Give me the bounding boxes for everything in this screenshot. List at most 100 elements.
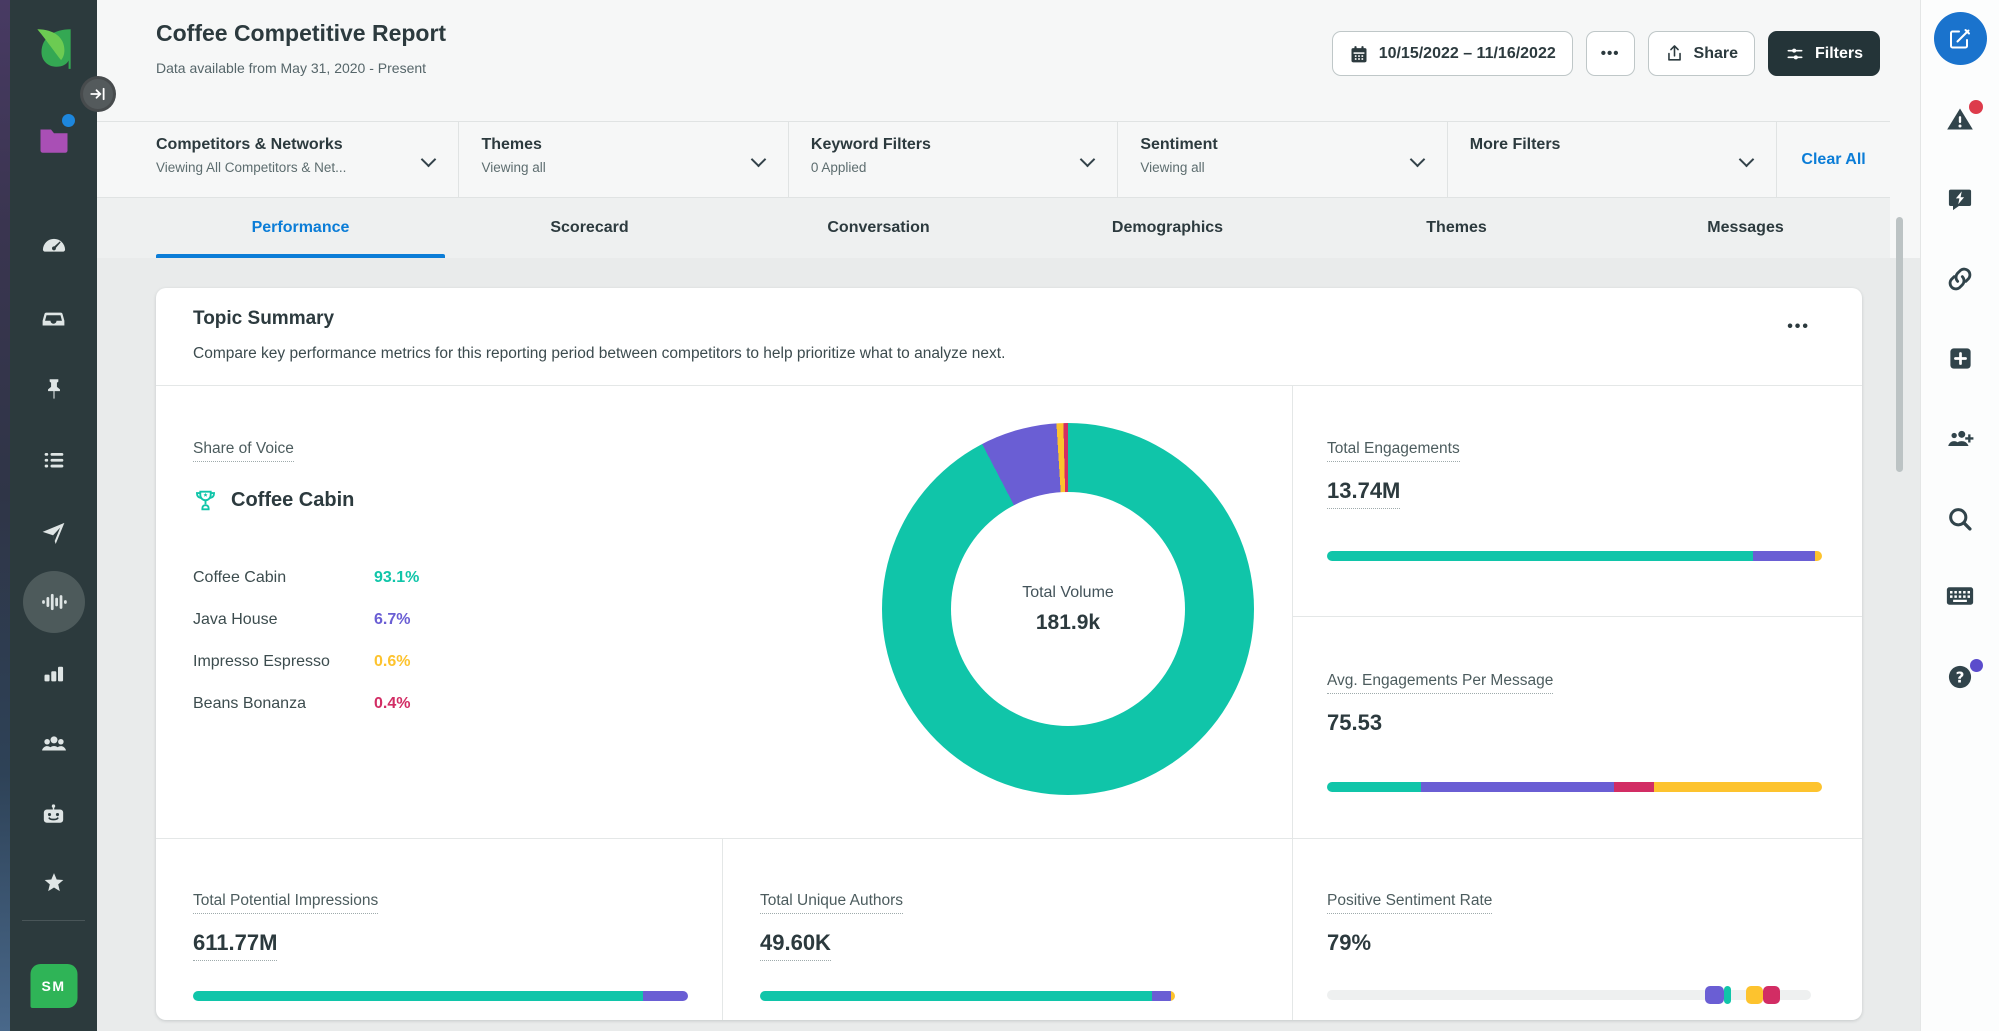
tab-themes[interactable]: Themes xyxy=(1312,198,1601,258)
svg-text:?: ? xyxy=(1956,668,1965,686)
sidebar-item-automation-bot[interactable] xyxy=(10,795,97,835)
bar-segment xyxy=(1327,551,1753,561)
filter-label: Sentiment xyxy=(1140,136,1426,154)
filter-sub: Viewing all xyxy=(1140,160,1426,175)
left-sidebar: SM xyxy=(10,0,97,1031)
tab-conversation[interactable]: Conversation xyxy=(734,198,1023,258)
clear-all-link[interactable]: Clear All xyxy=(1801,151,1865,169)
search-button[interactable] xyxy=(1921,505,1999,533)
sidebar-item-folders[interactable] xyxy=(10,116,97,164)
legend-value: 93.1% xyxy=(374,569,419,587)
bar-segment xyxy=(193,991,643,1001)
compose-button[interactable] xyxy=(1921,12,1999,65)
share-button[interactable]: Share xyxy=(1648,31,1755,76)
metric-total-potential-impressions: Total Potential Impressions 611.77M xyxy=(193,892,688,1001)
add-button[interactable] xyxy=(1921,345,1999,372)
sprout-logo-icon[interactable] xyxy=(10,20,97,76)
message-shortcuts-button[interactable] xyxy=(1921,185,1999,213)
leader-name: Coffee Cabin xyxy=(231,489,354,512)
metric-label: Positive Sentiment Rate xyxy=(1327,892,1492,914)
bar-segment xyxy=(1171,991,1175,1001)
right-rail: ? xyxy=(1920,0,1999,1031)
filters-label: Filters xyxy=(1815,45,1863,63)
marker-track xyxy=(1327,990,1811,1000)
card-menu-button[interactable]: ••• xyxy=(1787,318,1810,336)
vertical-scrollbar[interactable] xyxy=(1896,217,1903,472)
legend-row[interactable]: Coffee Cabin 93.1% xyxy=(193,557,463,599)
stacked-bar xyxy=(1327,551,1822,561)
share-of-voice-label: Share of Voice xyxy=(193,440,294,462)
metric-label: Total Unique Authors xyxy=(760,892,903,914)
sidebar-item-people[interactable] xyxy=(10,723,97,763)
divider xyxy=(156,838,1862,839)
share-of-voice-donut-chart[interactable]: Total Volume 181.9k xyxy=(882,423,1254,795)
chevron-down-icon xyxy=(1739,152,1755,168)
legend-name: Impresso Espresso xyxy=(193,653,374,671)
user-avatar[interactable]: SM xyxy=(30,964,77,1008)
donut-center-label: Total Volume xyxy=(1022,584,1114,602)
divider xyxy=(722,838,723,1020)
bar-segment xyxy=(1753,551,1815,561)
report-content: Topic Summary Compare key performance me… xyxy=(97,258,1920,1031)
backdrop-strip xyxy=(0,0,10,1031)
tab-demographics[interactable]: Demographics xyxy=(1023,198,1312,258)
date-range-label: 10/15/2022 – 11/16/2022 xyxy=(1379,45,1556,63)
sentiment-marker xyxy=(1746,986,1763,1004)
filter-themes[interactable]: Themes Viewing all xyxy=(459,122,788,197)
filters-button[interactable]: Filters xyxy=(1768,31,1880,76)
page-subtitle: Data available from May 31, 2020 - Prese… xyxy=(156,60,426,76)
notification-dot xyxy=(62,114,75,127)
header-actions: 10/15/2022 – 11/16/2022 ••• Share Filter… xyxy=(1332,31,1880,76)
app-window: SM Coffee Competitive Report Data availa… xyxy=(0,0,1999,1031)
link-button[interactable] xyxy=(1921,265,1999,293)
tab-messages[interactable]: Messages xyxy=(1601,198,1890,258)
sidebar-item-pinned[interactable] xyxy=(10,369,97,409)
card-description: Compare key performance metrics for this… xyxy=(193,345,1005,363)
alert-notification-dot xyxy=(1969,100,1983,114)
sidebar-item-listening[interactable] xyxy=(10,582,97,622)
tab-performance[interactable]: Performance xyxy=(156,198,445,258)
date-range-button[interactable]: 10/15/2022 – 11/16/2022 xyxy=(1332,31,1573,76)
sidebar-item-inbox[interactable] xyxy=(10,299,97,339)
legend-row[interactable]: Beans Bonanza 0.4% xyxy=(193,683,463,725)
filter-competitors-networks[interactable]: Competitors & Networks Viewing All Compe… xyxy=(97,122,459,197)
filter-more-filters[interactable]: More Filters xyxy=(1448,122,1777,197)
sentiment-marker xyxy=(1724,986,1731,1004)
sidebar-item-reports[interactable] xyxy=(10,653,97,693)
sidebar-collapse-button[interactable] xyxy=(80,76,116,112)
sidebar-item-dashboard[interactable] xyxy=(10,227,97,267)
topic-summary-card: Topic Summary Compare key performance me… xyxy=(156,288,1862,1020)
legend-row[interactable]: Java House 6.7% xyxy=(193,599,463,641)
divider xyxy=(1292,838,1293,1020)
metric-label: Total Engagements xyxy=(1327,440,1460,462)
metric-value: 49.60K xyxy=(760,930,831,961)
sidebar-item-publishing[interactable] xyxy=(10,512,97,552)
alerts-button[interactable] xyxy=(1921,105,1999,133)
compose-icon xyxy=(1948,27,1972,51)
sidebar-item-favorites[interactable] xyxy=(10,863,97,903)
legend-name: Coffee Cabin xyxy=(193,569,374,587)
filter-label: Competitors & Networks xyxy=(156,136,438,154)
sidebar-item-lists[interactable] xyxy=(10,440,97,480)
clear-all-cell: Clear All xyxy=(1777,122,1890,197)
more-options-button[interactable]: ••• xyxy=(1586,31,1635,76)
tab-scorecard[interactable]: Scorecard xyxy=(445,198,734,258)
link-icon xyxy=(1946,265,1974,293)
trophy-icon xyxy=(193,488,218,513)
metric-value: 13.74M xyxy=(1327,478,1400,509)
legend-row[interactable]: Impresso Espresso 0.6% xyxy=(193,641,463,683)
invite-user-button[interactable] xyxy=(1921,425,1999,453)
help-button[interactable]: ? xyxy=(1921,663,1999,691)
donut-center-value: 181.9k xyxy=(1036,611,1100,635)
filter-sentiment[interactable]: Sentiment Viewing all xyxy=(1118,122,1447,197)
legend-value: 0.6% xyxy=(374,653,410,671)
metric-value: 611.77M xyxy=(193,930,277,961)
filter-label: More Filters xyxy=(1470,136,1756,154)
bar-segment xyxy=(1152,991,1171,1001)
filter-keyword-filters[interactable]: Keyword Filters 0 Applied xyxy=(789,122,1118,197)
sentiment-marker xyxy=(1705,986,1724,1004)
main-area: Coffee Competitive Report Data available… xyxy=(97,0,1920,1031)
keyboard-shortcuts-button[interactable] xyxy=(1921,583,1999,609)
legend-value: 0.4% xyxy=(374,695,410,713)
plus-square-icon xyxy=(1947,345,1974,372)
